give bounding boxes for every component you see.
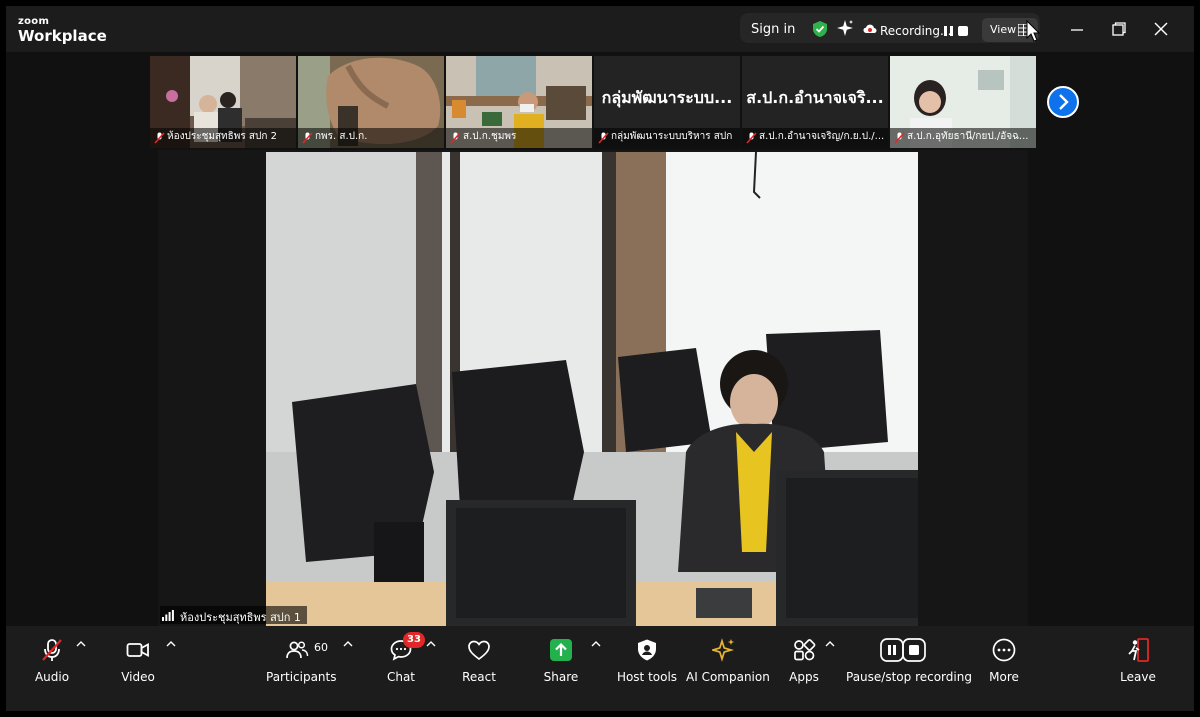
shield-check-icon[interactable] (812, 20, 828, 38)
shield-icon (638, 639, 656, 661)
view-label: View (990, 23, 1017, 36)
heart-icon (468, 640, 490, 661)
next-page-button[interactable] (1047, 86, 1079, 118)
muted-mic-icon (154, 132, 165, 144)
sign-in-button[interactable]: Sign in (751, 22, 795, 37)
leave-button[interactable]: Leave (1120, 638, 1156, 684)
participants-icon (286, 641, 309, 659)
logo-top-text: zoom (18, 16, 50, 27)
participant-name: ส.ป.ก.อุทัยธานี/กยป./อัจฉ... (907, 131, 1029, 142)
apps-button[interactable]: Apps (787, 638, 821, 684)
video-button[interactable]: Video (120, 638, 156, 684)
participants-label: Participants (266, 670, 337, 684)
participant-name: ห้องประชุมสุทธิพร สปก 2 (167, 131, 277, 142)
meeting-toolbar: Audio Video Participants 60 Chat 33 Reac… (6, 626, 1194, 711)
sparkle-icon[interactable] (836, 19, 854, 37)
participant-display-name: กลุ่มพัฒนาระบบ... (601, 88, 733, 107)
video-feed (266, 152, 918, 626)
logo-main-text: Workplace (18, 27, 107, 45)
participant-tile[interactable]: ห้องประชุมสุทธิพร สปก 2 (150, 56, 296, 148)
leave-door-icon (1128, 638, 1149, 662)
more-label: More (989, 670, 1019, 684)
cloud-recording-icon (863, 24, 877, 33)
stop-recording-icon[interactable] (958, 26, 968, 36)
chevron-up-icon[interactable] (825, 640, 835, 648)
chevron-up-icon[interactable] (343, 640, 353, 648)
video-label: Video (121, 670, 155, 684)
pause-stop-recording-label: Pause/stop recording (846, 670, 972, 684)
audio-button[interactable]: Audio (34, 638, 70, 684)
participant-name: กลุ่มพัฒนาระบบบริหาร สปก (611, 131, 733, 142)
ai-companion-button[interactable]: AI Companion (686, 638, 770, 684)
app-logo: zoom Workplace (18, 17, 107, 44)
react-label: React (462, 670, 496, 684)
pause-recording-icon[interactable] (944, 26, 953, 36)
chat-label: Chat (386, 670, 416, 684)
ai-sparkle-icon (712, 638, 735, 662)
recording-label: Recording... (880, 24, 952, 38)
restore-icon[interactable] (1112, 22, 1126, 36)
active-speaker-video[interactable] (266, 152, 918, 626)
participant-tile[interactable]: ส.ป.ก.ชุมพร (446, 56, 592, 148)
muted-mic-icon (894, 132, 905, 144)
participant-name: ส.ป.ก.ชุมพร (463, 131, 517, 142)
share-screen-icon (550, 639, 572, 661)
host-tools-label: Host tools (616, 670, 678, 684)
participant-display-name: ส.ป.ก.อำนาจเจริ... (746, 88, 884, 107)
chat-unread-badge: 33 (403, 632, 425, 648)
more-button[interactable]: More (987, 638, 1021, 684)
pause-stop-recording-button[interactable]: Pause/stop recording (846, 638, 972, 684)
react-button[interactable]: React (462, 638, 496, 684)
chevron-up-icon[interactable] (426, 640, 436, 648)
participant-tile[interactable]: กลุ่มพัฒนาระบบ... กลุ่มพัฒนาระบบบริหาร ส… (594, 56, 740, 148)
connection-signal-icon (162, 610, 174, 621)
participant-tile[interactable]: ส.ป.ก.อุทัยธานี/กยป./อัจฉ... (890, 56, 1036, 148)
speaker-name-label: ห้องประชุมสุทธิพร สปก 1 (160, 606, 307, 624)
participant-name: กพร. ส.ป.ก. (315, 131, 368, 142)
apps-label: Apps (789, 670, 819, 684)
host-tools-button[interactable]: Host tools (614, 638, 680, 684)
video-camera-icon (126, 642, 149, 658)
muted-mic-icon (42, 639, 62, 661)
audio-label: Audio (34, 670, 70, 684)
participant-tile[interactable]: กพร. ส.ป.ก. (298, 56, 444, 148)
muted-mic-icon (302, 132, 313, 144)
pause-stop-icon (880, 638, 926, 662)
participant-tile[interactable]: ส.ป.ก.อำนาจเจริ... ส.ป.ก.อำนาจเจริญ/ก.ย.… (742, 56, 888, 148)
ai-companion-label: AI Companion (686, 670, 770, 684)
chevron-right-icon (1059, 94, 1069, 110)
participant-name: ส.ป.ก.อำนาจเจริญ/ก.ย.ป./... (759, 131, 885, 142)
muted-mic-icon (598, 132, 609, 144)
leave-label: Leave (1120, 670, 1156, 684)
more-options-icon (992, 638, 1016, 662)
participant-strip: ห้องประชุมสุทธิพร สปก 2 กพร. ส.ป.ก. ส.ป.… (150, 56, 1038, 148)
zoom-window: zoom Workplace Sign in Recording... View (0, 0, 1200, 717)
chevron-up-icon[interactable] (166, 640, 176, 648)
muted-mic-icon (450, 132, 461, 144)
share-button[interactable]: Share (543, 638, 579, 684)
chevron-up-icon[interactable] (76, 640, 86, 648)
close-icon[interactable] (1154, 22, 1168, 36)
minimize-icon[interactable] (1070, 23, 1084, 37)
participants-count: 60 (314, 641, 328, 654)
muted-mic-icon (746, 132, 757, 144)
mouse-cursor-icon (1026, 20, 1040, 42)
share-label: Share (543, 670, 579, 684)
chevron-up-icon[interactable] (591, 640, 601, 648)
apps-grid-icon (794, 639, 816, 661)
